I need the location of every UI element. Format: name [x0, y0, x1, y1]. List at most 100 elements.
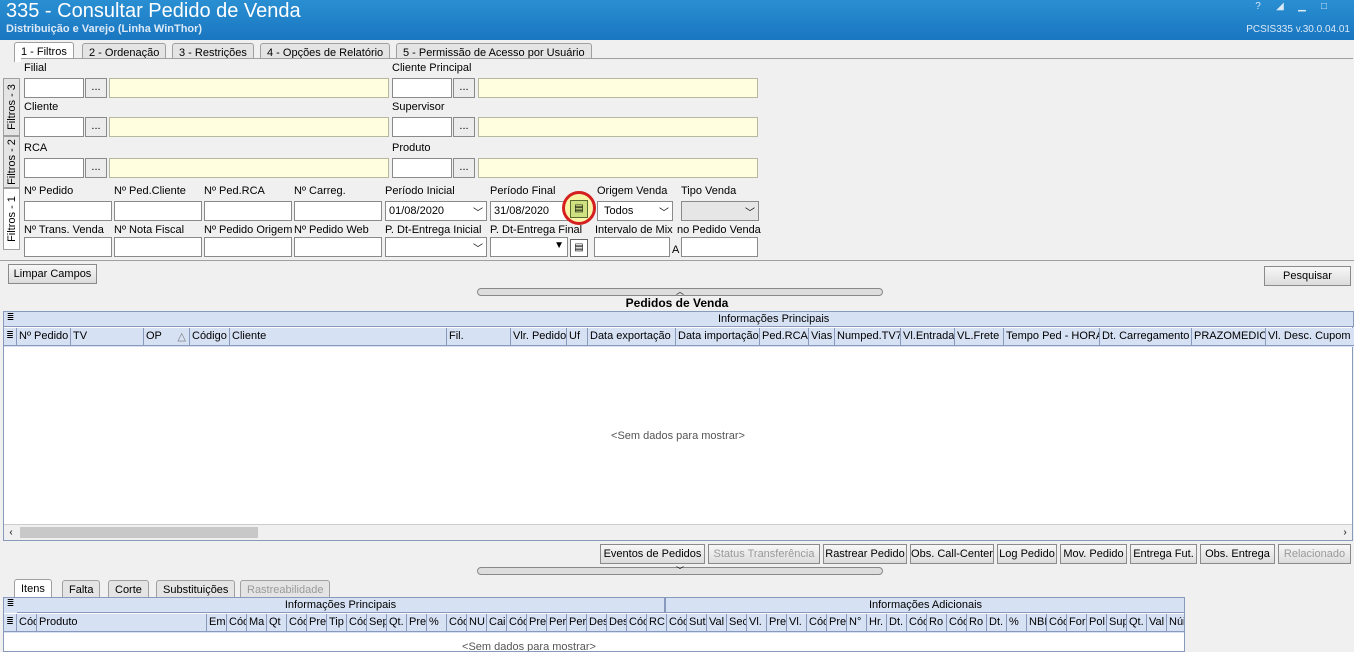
intervalo-mix-end-input[interactable] — [681, 237, 758, 257]
periodo-final-date[interactable]: 31/08/2020 — [490, 201, 570, 221]
cliente-code-input[interactable] — [24, 117, 84, 137]
itens-col-24[interactable]: RC — [647, 614, 667, 632]
itens-col-47[interactable]: Sup — [1107, 614, 1127, 632]
itens-col-35[interactable]: Hr. — [867, 614, 887, 632]
itens-col-25[interactable]: Cód — [667, 614, 687, 632]
n-pedido-web-input[interactable] — [294, 237, 382, 257]
itens-col-3[interactable]: Cód — [227, 614, 247, 632]
itens-col-16[interactable]: Cai — [487, 614, 507, 632]
itens-col-45[interactable]: For — [1067, 614, 1087, 632]
calendar-icon[interactable]: ▤ — [570, 239, 588, 257]
itens-col-43[interactable]: NBI — [1027, 614, 1047, 632]
col-vlr-pedido[interactable]: Vlr. Pedido — [511, 328, 567, 346]
supervisor-search-button[interactable]: ... — [453, 117, 475, 137]
edit-icon[interactable]: ◢ — [1272, 1, 1288, 13]
itens-col-0[interactable]: Cód — [17, 614, 37, 632]
col-op[interactable]: OP △ — [144, 328, 190, 346]
col-vl-desc-cupom[interactable]: Vl. Desc. Cupom — [1266, 328, 1354, 346]
eventos-pedidos-button[interactable]: Eventos de Pedidos — [600, 544, 705, 564]
col-dt-carregamento[interactable]: Dt. Carregamento — [1100, 328, 1192, 346]
col-ped-rca[interactable]: Ped.RCA — [760, 328, 809, 346]
col-vias[interactable]: Vias — [809, 328, 835, 346]
itens-col-48[interactable]: Qt. — [1127, 614, 1147, 632]
rca-code-input[interactable] — [24, 158, 84, 178]
n-nota-fiscal-input[interactable] — [114, 237, 202, 257]
itens-col-22[interactable]: Des — [607, 614, 627, 632]
itens-col-46[interactable]: Pol — [1087, 614, 1107, 632]
column-chooser-icon[interactable]: ≣ — [4, 328, 17, 346]
col-prazomedio[interactable]: PRAZOMEDIO — [1192, 328, 1266, 346]
cliente-principal-search-button[interactable]: ... — [453, 78, 475, 98]
pesquisar-button[interactable]: Pesquisar — [1264, 266, 1351, 286]
col-vl-entrada[interactable]: Vl.Entrada — [901, 328, 955, 346]
produto-code-input[interactable] — [392, 158, 452, 178]
supervisor-code-input[interactable] — [392, 117, 452, 137]
rca-search-button[interactable]: ... — [85, 158, 107, 178]
itens-col-1[interactable]: Produto — [37, 614, 207, 632]
col-numped-tv7[interactable]: Numped.TV7 — [835, 328, 901, 346]
itens-col-6[interactable]: Cód — [287, 614, 307, 632]
vtab-filtros-1[interactable]: Filtros - 1 — [3, 188, 20, 250]
col-fil[interactable]: Fil. — [447, 328, 511, 346]
itens-col-31[interactable]: Vl. — [787, 614, 807, 632]
col-vl-frete[interactable]: VL.Frete — [955, 328, 1004, 346]
itens-col-15[interactable]: NU — [467, 614, 487, 632]
itens-col-8[interactable]: Tip — [327, 614, 347, 632]
status-transferencia-button[interactable]: Status Transferência — [708, 544, 820, 564]
intervalo-mix-start-input[interactable] — [594, 237, 670, 257]
itens-col-10[interactable]: Sep — [367, 614, 387, 632]
itens-col-38[interactable]: Ro — [927, 614, 947, 632]
itens-col-19[interactable]: Per — [547, 614, 567, 632]
column-chooser-icon[interactable]: ≣ — [4, 614, 17, 632]
itens-col-27[interactable]: Val — [707, 614, 727, 632]
chevron-left-icon[interactable]: ‹ — [4, 526, 18, 540]
col-codigo[interactable]: Código — [190, 328, 230, 346]
rastrear-pedido-button[interactable]: Rastrear Pedido — [823, 544, 907, 564]
horizontal-scrollbar[interactable]: ‹ › — [4, 524, 1352, 540]
obs-call-center-button[interactable]: Obs. Call-Center — [910, 544, 994, 564]
itens-col-23[interactable]: Cód — [627, 614, 647, 632]
itens-col-34[interactable]: N° — [847, 614, 867, 632]
col-data-importacao[interactable]: Data importação — [676, 328, 760, 346]
calendar-icon[interactable]: ▤ — [570, 200, 588, 218]
n-pedido-origem-input[interactable] — [204, 237, 292, 257]
col-tv[interactable]: TV — [71, 328, 144, 346]
splitter-down-handle[interactable]: ﹀ — [477, 567, 883, 575]
col-tempo-ped-hora[interactable]: Tempo Ped - HORA — [1004, 328, 1100, 346]
itens-col-13[interactable]: % — [427, 614, 447, 632]
itens-col-26[interactable]: Sut — [687, 614, 707, 632]
itens-col-20[interactable]: Per — [567, 614, 587, 632]
itens-col-9[interactable]: Cód — [347, 614, 367, 632]
n-pedido-input[interactable] — [24, 201, 112, 221]
n-carreg-input[interactable] — [294, 201, 382, 221]
col-n-pedido[interactable]: Nº Pedido — [17, 328, 71, 346]
col-cliente[interactable]: Cliente — [230, 328, 447, 346]
itens-col-29[interactable]: Vl. — [747, 614, 767, 632]
filial-code-input[interactable] — [24, 78, 84, 98]
tab-itens[interactable]: Itens — [14, 579, 52, 599]
cliente-search-button[interactable]: ... — [85, 117, 107, 137]
itens-col-33[interactable]: Pre — [827, 614, 847, 632]
column-chooser-icon[interactable]: ≣ — [4, 312, 17, 327]
itens-col-2[interactable]: Em — [207, 614, 227, 632]
n-ped-cliente-input[interactable] — [114, 201, 202, 221]
filial-search-button[interactable]: ... — [85, 78, 107, 98]
produto-search-button[interactable]: ... — [453, 158, 475, 178]
relacionado-button[interactable]: Relacionado — [1278, 544, 1351, 564]
itens-col-5[interactable]: Qt — [267, 614, 287, 632]
itens-col-32[interactable]: Cód — [807, 614, 827, 632]
itens-col-11[interactable]: Qt. — [387, 614, 407, 632]
p-dt-entrega-final-date[interactable]: ▼ — [490, 237, 568, 257]
vtab-filtros-2[interactable]: Filtros - 2 — [3, 136, 20, 188]
itens-col-42[interactable]: % — [1007, 614, 1027, 632]
itens-col-44[interactable]: Cód — [1047, 614, 1067, 632]
itens-col-49[interactable]: Val — [1147, 614, 1167, 632]
itens-col-39[interactable]: Cód — [947, 614, 967, 632]
entrega-fut-button[interactable]: Entrega Fut. — [1130, 544, 1197, 564]
n-ped-rca-input[interactable] — [204, 201, 292, 221]
itens-col-17[interactable]: Cód — [507, 614, 527, 632]
itens-col-4[interactable]: Ma — [247, 614, 267, 632]
itens-col-50[interactable]: Núi — [1167, 614, 1184, 632]
log-pedido-button[interactable]: Log Pedido — [997, 544, 1057, 564]
chevron-right-icon[interactable]: › — [1338, 526, 1352, 540]
